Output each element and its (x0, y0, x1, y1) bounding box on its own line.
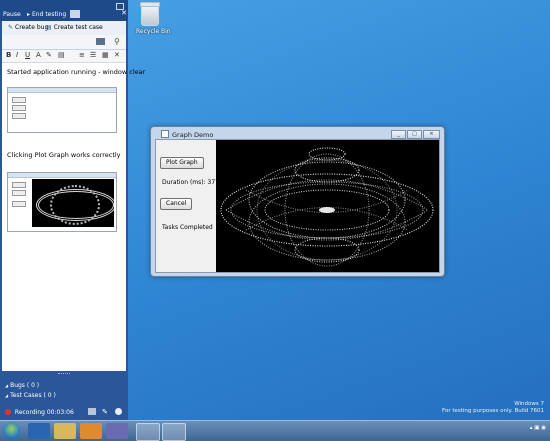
italic-icon[interactable]: I (16, 51, 18, 59)
bullet-list-icon[interactable]: ≡ (79, 51, 85, 59)
font-size-icon[interactable]: ▤ (58, 51, 65, 59)
status-label: Tasks Completed (162, 224, 213, 231)
graph-canvas (216, 140, 439, 272)
recycle-bin[interactable]: Recycle Bin (136, 2, 171, 35)
thumbnail-titlebar (8, 173, 116, 178)
start-button[interactable] (3, 422, 20, 439)
recording-status: Recording 00:03:06 (5, 409, 74, 416)
duration-label: Duration (ms): 3772 (162, 179, 223, 186)
thumbnail-button (12, 97, 26, 103)
pause-button[interactable]: Pause (3, 11, 21, 18)
highlight-icon[interactable]: ✎ (46, 51, 52, 59)
screenshot-icon[interactable] (96, 38, 105, 45)
bugs-section[interactable]: Bugs ( 0 ) (5, 382, 39, 389)
media-player-icon[interactable] (80, 423, 102, 439)
capture-toolbar: ⚲ (2, 35, 126, 50)
clear-format-icon[interactable]: ✕ (114, 51, 120, 59)
insert-image-icon[interactable]: ▦ (102, 51, 109, 59)
test-note: Clicking Plot Graph works correctly (7, 151, 121, 159)
internet-explorer-icon[interactable] (28, 423, 50, 439)
windows-watermark: Windows 7 For testing purposes only. Bui… (442, 401, 544, 415)
test-runner-footer: Bugs ( 0 ) Test Cases ( 0 ) Recording 00… (0, 372, 128, 420)
recording-time: 00:03:06 (46, 409, 74, 416)
system-tray: ▴ ▣ ◉ (529, 425, 546, 431)
resize-grip[interactable] (58, 373, 70, 376)
window-title: Graph Demo (161, 130, 213, 139)
thumbnail-button (12, 105, 26, 111)
graph-demo-window: Graph Demo _ □ ✕ Plot Graph Duration (ms):… (150, 126, 445, 277)
test-runner-taskbar-icon[interactable] (136, 423, 160, 441)
thumbnail-button (12, 182, 26, 188)
test-cases-section[interactable]: Test Cases ( 0 ) (5, 392, 56, 399)
watermark-line-1: Windows 7 (514, 401, 544, 407)
pencil-icon[interactable]: ✎ (102, 408, 110, 416)
settings-icon[interactable] (115, 408, 122, 415)
end-testing-button[interactable]: End testing (27, 11, 66, 18)
thumbnail-graph (32, 179, 114, 227)
test-runner-toolbar: Pause End testing ✕ (0, 0, 128, 21)
test-runner-panel: Pause End testing ✕ Create bug Create te… (0, 0, 145, 420)
thumbnail-button (12, 113, 26, 119)
minimize-icon[interactable]: _ (391, 130, 406, 139)
thumbnail-button (12, 190, 26, 196)
numbered-list-icon[interactable]: ☰ (90, 51, 96, 59)
test-runner-body: Create bug Create test case ⚲ B I U A ✎ … (2, 21, 145, 371)
maximize-icon[interactable]: □ (407, 130, 422, 139)
attach-icon[interactable]: ⚲ (114, 37, 120, 46)
torus-graph (220, 147, 434, 267)
dock-icon[interactable] (70, 10, 80, 18)
plot-graph-button[interactable]: Plot Graph (160, 157, 204, 169)
graph-demo-taskbar-icon[interactable] (162, 423, 186, 441)
thumbnail-button (12, 201, 26, 207)
close-icon[interactable]: ✕ (120, 10, 128, 17)
format-toolbar: B I U A ✎ ▤ ≡ ☰ ▦ ✕ (2, 50, 126, 63)
cancel-button[interactable]: Cancel (160, 198, 193, 210)
bold-icon[interactable]: B (6, 51, 11, 59)
recording-label: Recording (14, 409, 45, 416)
thumbnail-titlebar (8, 88, 116, 93)
test-note: Started application running - window cle… (7, 68, 146, 76)
desktop: Recycle Bin Windows 7 For testing purpos… (0, 0, 550, 420)
window-client-area: Plot Graph Duration (ms): 3772 Cancel Ta… (155, 139, 440, 273)
taskbar: ▴ ▣ ◉ (0, 420, 550, 441)
folder-icon[interactable] (54, 423, 76, 439)
recycle-bin-label: Recycle Bin (136, 28, 171, 35)
create-toolbar: Create bug Create test case (2, 21, 126, 35)
create-bug-button[interactable]: Create bug (8, 24, 48, 31)
close-icon[interactable]: ✕ (423, 130, 440, 139)
underline-icon[interactable]: U (25, 51, 30, 59)
screenshot-thumbnail[interactable] (7, 87, 117, 133)
screenshot-thumbnail[interactable] (7, 172, 117, 232)
visual-studio-icon[interactable] (106, 423, 128, 439)
monitor-icon[interactable] (88, 408, 96, 415)
window-controls: _ □ ✕ (390, 129, 440, 139)
recording-icon (5, 409, 11, 415)
font-color-icon[interactable]: A (36, 51, 41, 59)
create-test-case-button[interactable]: Create test case (46, 24, 103, 31)
watermark-line-2: For testing purposes only. Build 7601 (441, 408, 544, 414)
recycle-bin-icon (140, 2, 160, 26)
